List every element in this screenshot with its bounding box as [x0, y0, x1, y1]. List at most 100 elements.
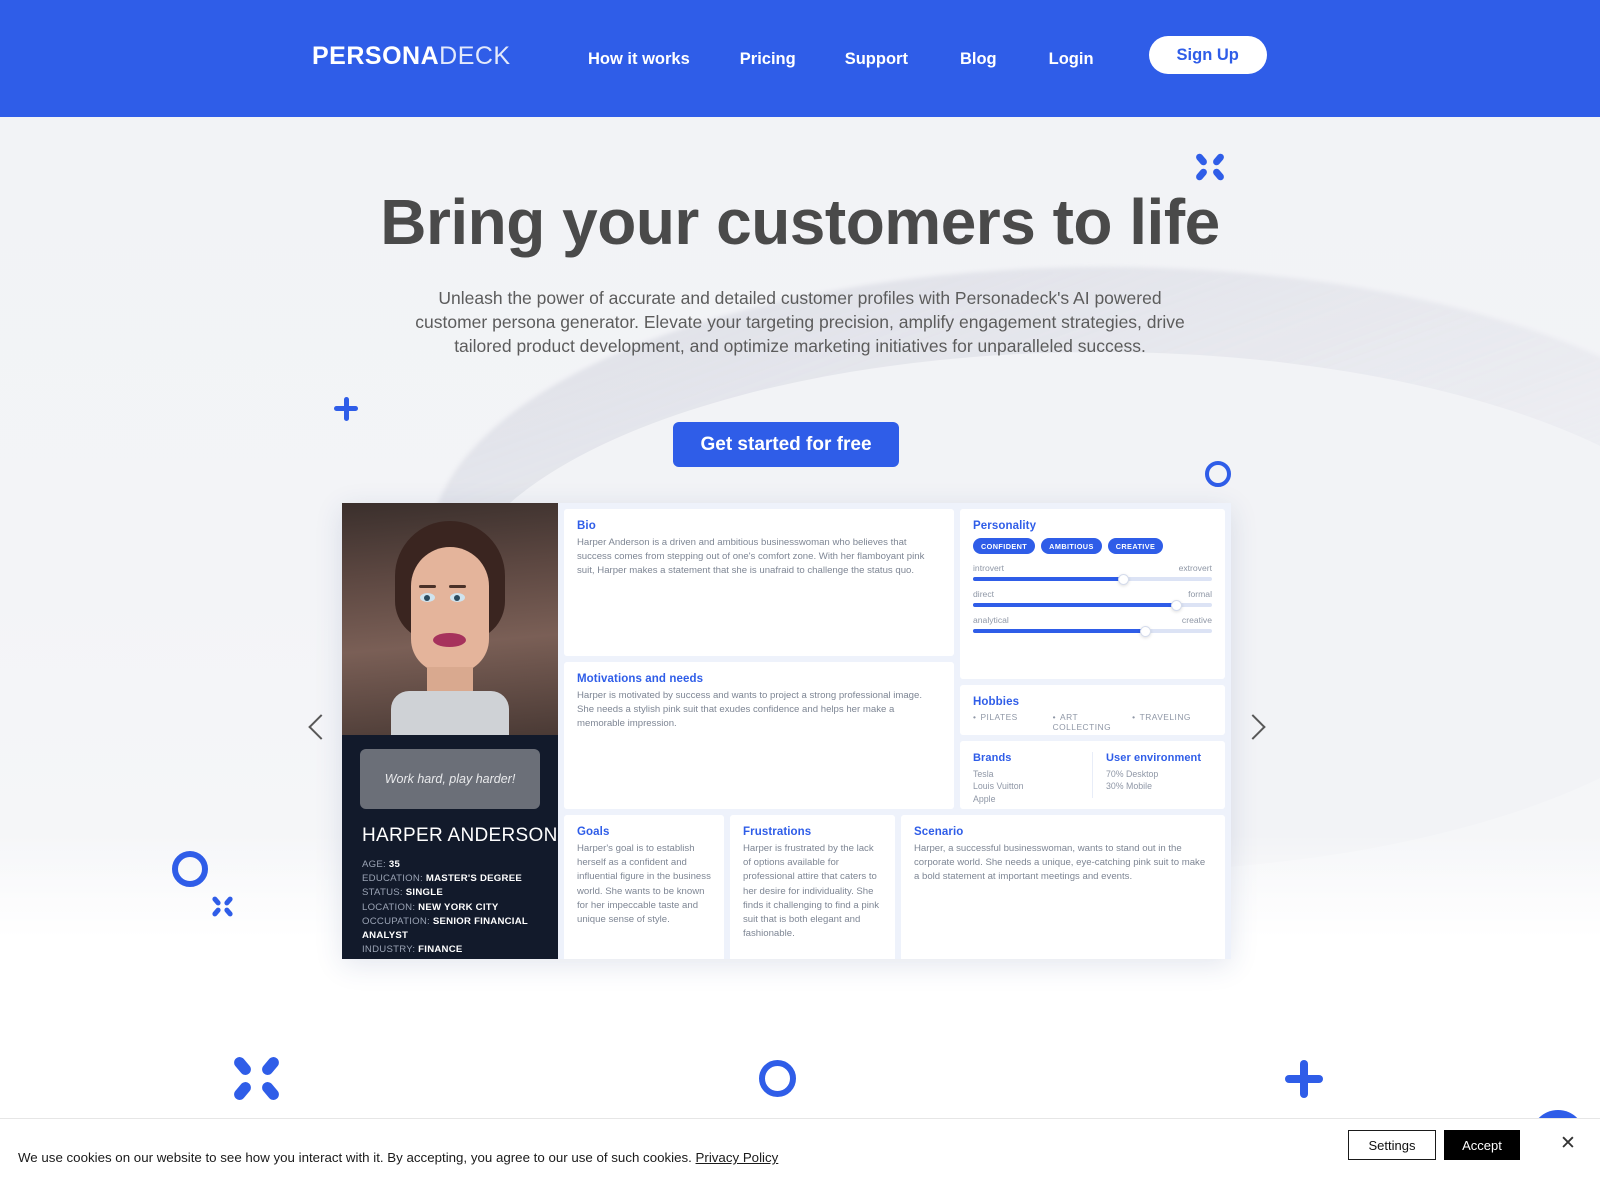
slider-right-label: formal [1188, 589, 1212, 599]
page-title: Bring your customers to life [380, 186, 1220, 258]
frustrations-pane: Frustrations Harper is frustrated by the… [730, 815, 895, 959]
cookie-text: We use cookies on our website to see how… [18, 1150, 696, 1165]
carousel-prev-button[interactable] [300, 706, 342, 748]
get-started-button[interactable]: Get started for free [673, 422, 899, 467]
personality-tag: CREATIVE [1107, 538, 1164, 554]
persona-top-row: Bio Harper Anderson is a driven and ambi… [564, 509, 1225, 809]
slider-right-label: extrovert [1178, 563, 1212, 573]
circle-ring-icon [759, 1060, 796, 1097]
attribute-status: STATUS: SINGLE [362, 887, 443, 899]
site-header: PERSONADECK How it works Pricing Support… [0, 0, 1600, 117]
attribute-industry: INDUSTRY: FINANCE [362, 944, 463, 956]
brands-title: Brands [973, 752, 1012, 764]
persona-bottom-row: Goals Harper's goal is to establish hers… [564, 815, 1225, 959]
personality-slider-direct-formal[interactable]: direct formal [973, 589, 1212, 611]
persona-portrait-illustration [391, 521, 509, 735]
attribute-income: INCOME: HIGH INCOME [362, 957, 544, 959]
persona-photo [342, 503, 558, 735]
personality-tags: CONFIDENT AMBITIOUS CREATIVE [973, 538, 1212, 554]
slider-track[interactable] [973, 599, 1212, 611]
hobbies-pane: Hobbies PILATES ART COLLECTING TRAVELING [960, 685, 1225, 735]
attribute-education: EDUCATION: MASTER'S DEGREE [362, 873, 522, 885]
plus-icon [1285, 1060, 1323, 1098]
attribute-occupation: OCCUPATION: SENIOR FINANCIAL ANALYST [362, 915, 528, 941]
cookie-close-icon[interactable]: ✕ [1560, 1132, 1576, 1155]
persona-attributes: AGE: 35 EDUCATION: MASTER'S DEGREE STATU… [362, 858, 558, 959]
nav-item-pricing[interactable]: Pricing [740, 50, 796, 69]
persona-card: Work hard, play harder! HARPER ANDERSON … [342, 503, 1231, 959]
nav-item-support[interactable]: Support [845, 50, 908, 69]
persona-profile-panel: Work hard, play harder! HARPER ANDERSON … [342, 503, 558, 959]
plus-icon [334, 397, 358, 421]
slider-track[interactable] [973, 573, 1212, 585]
slider-track[interactable] [973, 625, 1212, 637]
cookie-message: We use cookies on our website to see how… [18, 1150, 778, 1165]
brand-item: Apple [973, 793, 996, 804]
slider-knob[interactable] [1118, 573, 1130, 585]
slider-right-label: creative [1181, 615, 1212, 625]
bio-title: Bio [577, 520, 596, 532]
personality-title: Personality [973, 520, 1037, 532]
brands-environment-pane: Brands Tesla Louis Vuitton Apple User en… [960, 741, 1225, 809]
persona-name: HARPER ANDERSON [362, 825, 558, 846]
user-environment-title: User environment [1106, 752, 1202, 764]
landing-page: PERSONADECK How it works Pricing Support… [0, 0, 1600, 1200]
hobby-item: TRAVELING [1132, 712, 1212, 732]
slider-left-label: analytical [973, 615, 1009, 625]
motivations-title: Motivations and needs [577, 673, 704, 685]
nav-item-login[interactable]: Login [1049, 50, 1094, 69]
circle-ring-icon [172, 851, 208, 887]
hobby-item: PILATES [973, 712, 1053, 732]
frustrations-body: Harper is frustrated by the lack of opti… [743, 843, 879, 940]
slider-knob[interactable] [1170, 599, 1182, 611]
scenario-title: Scenario [914, 826, 964, 838]
goals-body: Harper's goal is to establish herself as… [577, 843, 711, 925]
motivations-pane: Motivations and needs Harper is motivate… [564, 662, 954, 809]
slider-knob[interactable] [1139, 625, 1151, 637]
cookie-settings-button[interactable]: Settings [1348, 1130, 1436, 1160]
cookie-accept-button[interactable]: Accept [1444, 1130, 1520, 1160]
nav-item-blog[interactable]: Blog [960, 50, 997, 69]
slider-fill [973, 577, 1124, 581]
brand-item: Louis Vuitton [973, 781, 1024, 792]
signup-button[interactable]: Sign Up [1148, 36, 1267, 74]
motivations-body: Harper is motivated by success and wants… [577, 690, 923, 730]
user-environment-column: User environment 70% Desktop 30% Mobile [1092, 752, 1225, 798]
slider-fill [973, 603, 1177, 607]
carousel-next-button[interactable] [1232, 706, 1274, 748]
circle-ring-icon [1205, 461, 1231, 487]
environment-item: 70% Desktop [1106, 769, 1159, 779]
chevron-left-icon [308, 714, 334, 740]
hero-subtitle: Unleash the power of accurate and detail… [415, 288, 1185, 357]
sparkle-icon [1194, 152, 1226, 182]
logo[interactable]: PERSONADECK [312, 42, 511, 71]
personality-tag: AMBITIOUS [1041, 538, 1102, 554]
nav-item-how-it-works[interactable]: How it works [588, 50, 690, 69]
personality-pane: Personality CONFIDENT AMBITIOUS CREATIVE… [960, 509, 1225, 679]
hobby-item: ART COLLECTING [1053, 712, 1133, 732]
bio-body: Harper Anderson is a driven and ambitiou… [577, 537, 925, 577]
environment-item: 30% Mobile [1106, 781, 1152, 792]
slider-fill [973, 629, 1146, 633]
persona-details-panel: Bio Harper Anderson is a driven and ambi… [558, 503, 1231, 959]
logo-light: DECK [439, 42, 511, 70]
sparkle-large-icon [231, 1054, 282, 1103]
personality-slider-analytical-creative[interactable]: analytical creative [973, 615, 1212, 637]
frustrations-title: Frustrations [743, 826, 812, 838]
bio-pane: Bio Harper Anderson is a driven and ambi… [564, 509, 954, 656]
persona-quote: Work hard, play harder! [360, 749, 540, 809]
hobbies-list: PILATES ART COLLECTING TRAVELING [973, 712, 1212, 732]
personality-slider-introvert-extrovert[interactable]: introvert extrovert [973, 563, 1212, 585]
goals-pane: Goals Harper's goal is to establish hers… [564, 815, 724, 959]
slider-left-label: introvert [973, 563, 1005, 573]
sparkle-small-icon [211, 895, 234, 918]
brand-item: Tesla [973, 769, 994, 779]
chevron-right-icon [1240, 714, 1266, 740]
privacy-policy-link[interactable]: Privacy Policy [696, 1150, 779, 1165]
goals-title: Goals [577, 826, 610, 838]
scenario-body: Harper, a successful businesswoman, want… [914, 843, 1206, 883]
personality-tag: CONFIDENT [973, 538, 1036, 554]
main-nav: How it works Pricing Support Blog Login … [588, 36, 1267, 74]
logo-bold: PERSONA [312, 42, 440, 70]
slider-left-label: direct [973, 589, 995, 599]
